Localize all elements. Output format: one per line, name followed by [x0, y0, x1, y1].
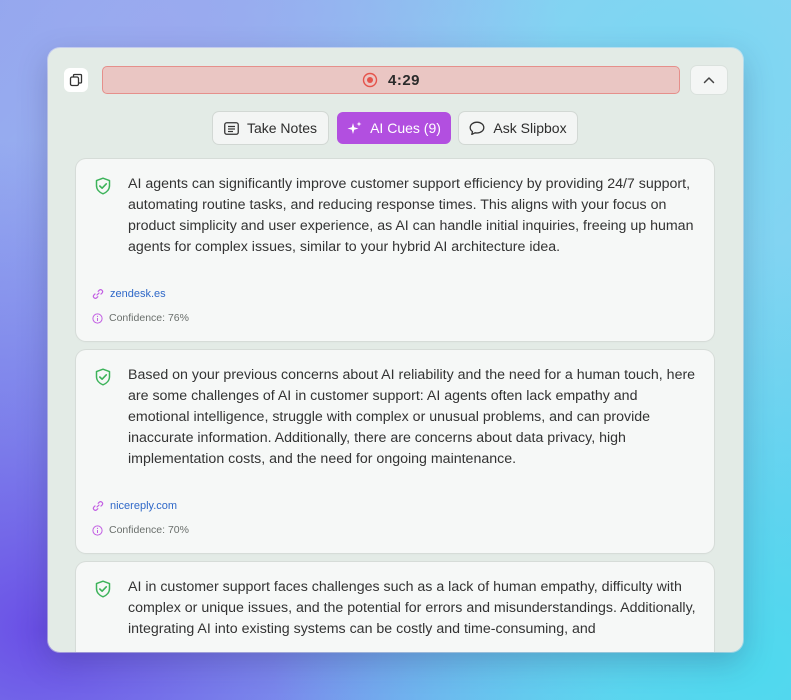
info-icon	[92, 312, 103, 324]
link-icon	[92, 289, 104, 299]
notes-icon	[224, 121, 239, 135]
tab-label: Ask Slipbox	[493, 120, 567, 136]
timer-text: 4:29	[387, 71, 421, 89]
chat-bubble-icon	[469, 121, 485, 135]
confidence-label: Confidence: 76%	[109, 312, 189, 324]
shield-check-icon	[95, 177, 111, 195]
link-icon	[92, 501, 104, 511]
cue-card: AI agents can significantly improve cust…	[76, 159, 714, 341]
cue-card: AI in customer support faces challenges …	[76, 562, 714, 652]
shield-check-icon	[95, 368, 111, 386]
cue-text: AI agents can significantly improve cust…	[128, 176, 694, 255]
confidence: Confidence: 76%	[92, 312, 189, 324]
tab-take-notes[interactable]: Take Notes	[213, 112, 328, 144]
sparkle-icon	[347, 121, 362, 134]
mode-tabs: Take Notes AI Cues (9) Ask Slipbox	[48, 112, 743, 146]
shield-check-icon	[95, 580, 111, 598]
tab-ai-cues[interactable]: AI Cues (9)	[337, 112, 451, 144]
cue-card: Based on your previous concerns about AI…	[76, 350, 714, 553]
slipbox-panel: 4:29 Take Notes AI Cues (9) Ask Slipbox …	[48, 48, 743, 652]
source-link[interactable]: nicereply.com	[92, 500, 177, 512]
confidence-label: Confidence: 70%	[109, 524, 189, 536]
tab-label: Take Notes	[246, 120, 318, 136]
copy-icon	[69, 73, 83, 87]
source-link[interactable]: zendesk.es	[92, 288, 166, 300]
collapse-button[interactable]	[691, 66, 727, 94]
confidence: Confidence: 70%	[92, 524, 189, 536]
tab-label: AI Cues (9)	[370, 120, 441, 136]
cue-text: Based on your previous concerns about AI…	[128, 367, 696, 467]
source-label: nicereply.com	[110, 500, 178, 512]
copy-button[interactable]	[64, 68, 88, 92]
chevron-up-icon	[703, 77, 715, 84]
recording-timer[interactable]: 4:29	[102, 66, 680, 94]
tab-ask-slipbox[interactable]: Ask Slipbox	[459, 112, 577, 144]
info-icon	[92, 524, 103, 536]
source-label: zendesk.es	[110, 288, 166, 300]
cue-text: AI in customer support faces challenges …	[128, 579, 696, 637]
record-icon	[362, 72, 378, 88]
